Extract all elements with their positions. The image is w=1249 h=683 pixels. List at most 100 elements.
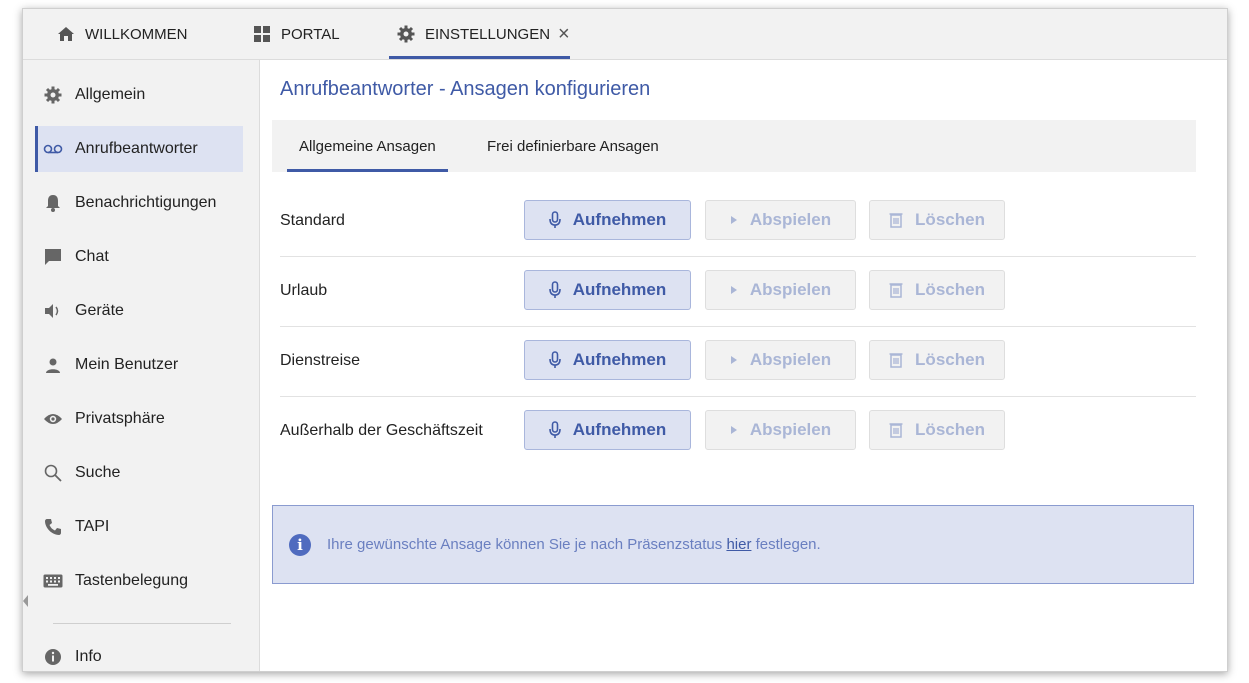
sidebar-item-tapi[interactable]: TAPI [35, 504, 243, 550]
info-banner: i Ihre gewünschte Ansage können Sie je n… [272, 505, 1194, 584]
row-label: Dienstreise [280, 352, 361, 369]
info-icon [43, 647, 63, 667]
speaker-icon [43, 301, 63, 321]
trash-icon [889, 212, 903, 228]
trash-icon [889, 422, 903, 438]
record-label: Aufnehmen [572, 280, 667, 299]
row-label: Urlaub [280, 282, 328, 299]
sidebar-item-suche[interactable]: Suche [35, 450, 243, 496]
sidebar-item-geraete[interactable]: Geräte [35, 288, 243, 334]
microphone-icon [548, 421, 561, 439]
close-icon[interactable]: × [558, 24, 570, 44]
play-label: Abspielen [749, 350, 832, 369]
record-button[interactable]: Aufnehmen [524, 270, 691, 310]
tab-label: PORTAL [281, 25, 340, 43]
subtab-bar: Allgemeine Ansagen Frei definierbare Ans… [272, 120, 1196, 172]
delete-label: Löschen [915, 280, 985, 299]
play-icon [730, 355, 738, 365]
play-button[interactable]: Abspielen [705, 270, 856, 310]
record-label: Aufnehmen [572, 420, 667, 439]
play-icon [730, 425, 738, 435]
row-label: Außerhalb der Geschäftszeit [280, 422, 483, 439]
bell-icon [43, 193, 63, 213]
sidebar-item-mein-benutzer[interactable]: Mein Benutzer [35, 342, 243, 388]
tab-willkommen[interactable]: WILLKOMMEN [55, 9, 188, 59]
sidebar-collapse-handle[interactable] [23, 595, 28, 607]
search-icon [43, 463, 63, 483]
sidebar-item-info[interactable]: Info [35, 634, 243, 671]
delete-button[interactable]: Löschen [869, 200, 1005, 240]
sidebar-item-label: Info [75, 648, 102, 665]
sidebar-item-label: Geräte [75, 302, 124, 319]
play-button[interactable]: Abspielen [705, 410, 856, 450]
greeting-row: Außerhalb der Geschäftszeit Aufnehmen Ab… [280, 396, 1196, 466]
top-tab-bar: WILLKOMMEN PORTAL EINSTELLUNGEN × [23, 9, 1227, 60]
sidebar-item-allgemein[interactable]: Allgemein [35, 72, 243, 118]
sidebar-item-label: Suche [75, 464, 121, 481]
tab-portal[interactable]: PORTAL [251, 9, 340, 59]
record-label: Aufnehmen [572, 210, 667, 229]
delete-button[interactable]: Löschen [869, 270, 1005, 310]
delete-button[interactable]: Löschen [869, 340, 1005, 380]
record-label: Aufnehmen [572, 350, 667, 369]
info-text: Ihre gewünschte Ansage können Sie je nac… [327, 536, 821, 553]
sidebar-item-label: Mein Benutzer [75, 356, 179, 373]
greeting-row: Urlaub Aufnehmen Abspielen Löschen [280, 256, 1196, 327]
grid-icon [251, 23, 273, 45]
sidebar-item-chat[interactable]: Chat [35, 234, 243, 280]
voicemail-icon [43, 139, 63, 159]
microphone-icon [548, 211, 561, 229]
info-icon: i [289, 533, 311, 556]
delete-label: Löschen [915, 210, 985, 229]
info-text-before: Ihre gewünschte Ansage können Sie je nac… [327, 536, 727, 553]
phone-icon [43, 517, 63, 537]
play-icon [730, 215, 738, 225]
info-text-after: festlegen. [751, 536, 821, 553]
sidebar: Allgemein Anrufbeantworter Benachrichtig… [23, 60, 260, 671]
sidebar-item-label: Allgemein [75, 86, 146, 103]
tab-frei-definierbare-ansagen[interactable]: Frei definierbare Ansagen [487, 120, 659, 172]
sidebar-divider [53, 623, 231, 624]
sidebar-item-tastenbelegung[interactable]: Tastenbelegung [35, 558, 243, 604]
play-label: Abspielen [749, 280, 832, 299]
play-button[interactable]: Abspielen [705, 340, 856, 380]
greeting-row: Dienstreise Aufnehmen Abspielen Löschen [280, 326, 1196, 397]
sidebar-item-label: Benachrichtigungen [75, 194, 217, 211]
delete-label: Löschen [915, 350, 985, 369]
tab-label: EINSTELLUNGEN [425, 25, 551, 43]
presence-settings-link[interactable]: hier [726, 536, 751, 553]
tab-allgemeine-ansagen[interactable]: Allgemeine Ansagen [287, 120, 448, 172]
sidebar-item-privatsphaere[interactable]: Privatsphäre [35, 396, 243, 442]
settings-window: WILLKOMMEN PORTAL EINSTELLUNGEN × Allgem… [22, 8, 1228, 672]
tab-einstellungen[interactable]: EINSTELLUNGEN × [389, 9, 570, 59]
row-label: Standard [280, 212, 345, 229]
home-icon [55, 23, 77, 45]
record-button[interactable]: Aufnehmen [524, 200, 691, 240]
chat-icon [43, 247, 63, 267]
gear-icon [43, 85, 63, 105]
sidebar-item-anrufbeantworter[interactable]: Anrufbeantworter [35, 126, 243, 172]
play-button[interactable]: Abspielen [705, 200, 856, 240]
sidebar-item-label: Privatsphäre [75, 410, 165, 427]
sidebar-item-label: TAPI [75, 518, 110, 535]
record-button[interactable]: Aufnehmen [524, 340, 691, 380]
sidebar-item-benachrichtigungen[interactable]: Benachrichtigungen [35, 180, 243, 226]
main-content: Anrufbeantworter - Ansagen konfigurieren… [260, 60, 1227, 671]
record-button[interactable]: Aufnehmen [524, 410, 691, 450]
delete-button[interactable]: Löschen [869, 410, 1005, 450]
play-label: Abspielen [749, 420, 832, 439]
eye-icon [43, 409, 63, 429]
greeting-row: Standard Aufnehmen Abspielen Löschen [280, 186, 1196, 257]
page-title: Anrufbeantworter - Ansagen konfigurieren [280, 78, 651, 100]
delete-label: Löschen [915, 420, 985, 439]
play-label: Abspielen [749, 210, 832, 229]
trash-icon [889, 352, 903, 368]
gear-icon [395, 23, 417, 45]
play-icon [730, 285, 738, 295]
tab-label: WILLKOMMEN [85, 25, 188, 43]
user-icon [43, 355, 63, 375]
microphone-icon [548, 351, 561, 369]
microphone-icon [548, 281, 561, 299]
sidebar-item-label: Tastenbelegung [75, 572, 188, 589]
keyboard-icon [43, 571, 63, 591]
